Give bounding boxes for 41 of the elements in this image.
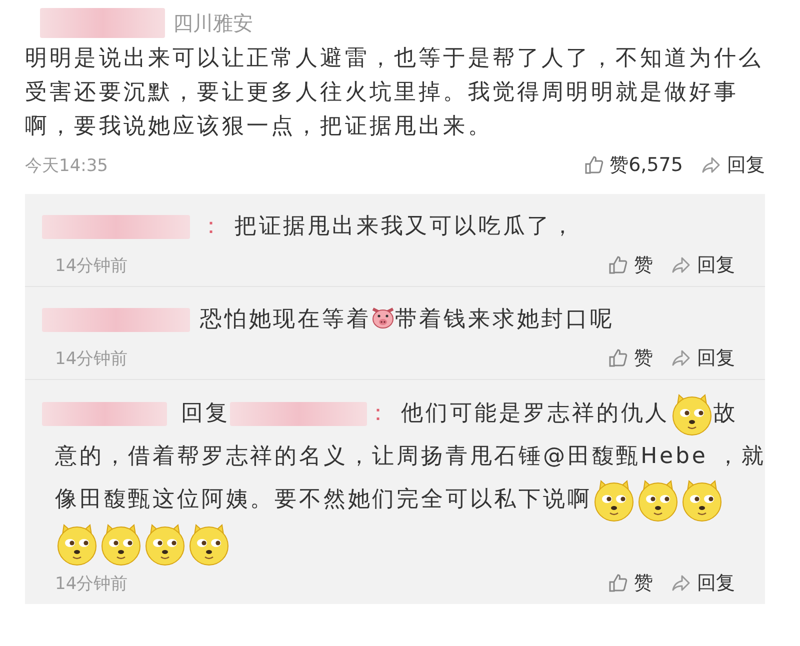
reply-button[interactable]: 回复	[701, 152, 765, 178]
reply-text: 故	[714, 400, 738, 428]
dog-emoji-icon	[55, 522, 99, 566]
reply-text: 像田馥甄这位阿姨。要不然她们完全可以私下说啊	[55, 486, 592, 514]
reply-text: 恐怕她现在等着	[200, 306, 371, 334]
thumbs-up-icon	[608, 348, 628, 368]
location-text: 四川雅安	[173, 10, 253, 36]
reply-text: 他们可能是罗志祥的仇人	[401, 400, 670, 428]
dog-emoji-icon	[99, 522, 143, 566]
reply-time: 14分钟前	[55, 348, 128, 370]
thumbs-up-icon	[608, 255, 628, 275]
thumbs-up-icon	[608, 573, 628, 593]
reply-arrow-icon	[671, 573, 691, 593]
reply-button[interactable]: 回复	[671, 252, 735, 278]
colon-text: ：	[200, 214, 224, 239]
dog-emoji-icon	[670, 392, 714, 436]
pig-emoji-icon	[370, 307, 395, 329]
like-button[interactable]: 赞	[608, 345, 653, 371]
dog-emoji-icon	[592, 478, 636, 522]
reply-button[interactable]: 回复	[671, 570, 735, 596]
reply-arrow-icon	[701, 155, 721, 175]
comment-text: 明明是说出来可以让正常人避雷，也等于是帮了人了，不知道为什么受害还要沉默，要让更多人往火坑里掉。我觉得周明明就是做好事啊，要我说她应该狠一点，把证据甩出来。	[25, 45, 764, 141]
reply-time: 14分钟前	[55, 254, 128, 276]
like-button[interactable]: 赞6,575	[584, 152, 683, 178]
dog-emoji-icon	[680, 478, 724, 522]
reply-button[interactable]: 回复	[671, 345, 735, 371]
like-button[interactable]: 赞	[608, 570, 653, 596]
reply-text: 把证据甩出来我又可以吃瓜了，	[234, 213, 576, 241]
reply-text: 意的，借着帮罗志祥的名义，让周扬青甩石锤@田馥甄Hebe ，就	[55, 443, 766, 471]
thumbs-up-icon	[584, 155, 604, 175]
like-button[interactable]: 赞	[608, 252, 653, 278]
reply-label: 回复	[181, 401, 230, 426]
reply-arrow-icon	[671, 255, 691, 275]
comment-time: 今天14:35	[25, 154, 108, 176]
dog-emoji-icon	[636, 478, 680, 522]
colon-text: ：	[366, 401, 392, 426]
reply-time: 14分钟前	[55, 572, 128, 594]
dog-emoji-icon	[143, 522, 187, 566]
reply-arrow-icon	[671, 348, 691, 368]
reply-text: 带着钱来求她封口呢	[394, 306, 614, 334]
dog-emoji-icon	[187, 522, 231, 566]
